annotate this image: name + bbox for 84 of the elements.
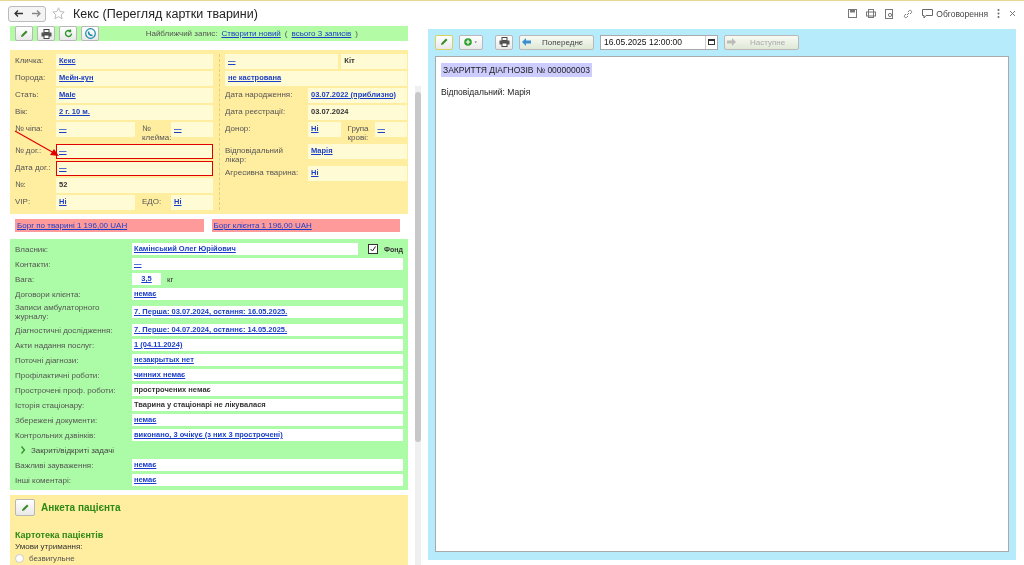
responsible-text: Відповідальний: Марія	[441, 87, 532, 97]
field-label: №:	[15, 179, 27, 189]
field-label: Відповідальний лікар:	[225, 145, 284, 164]
phone-icon	[84, 28, 96, 39]
print-button[interactable]	[37, 26, 55, 41]
document-title: ЗАКРИТТЯ ДІАГНОЗІВ № 000000003	[441, 63, 592, 77]
window-title: Кекс (Перегляд картки тварини)	[73, 6, 258, 21]
forward-arrow-icon	[31, 10, 41, 17]
field-label: Вік:	[15, 106, 29, 116]
field-label: Збережені документи:	[15, 415, 99, 425]
calendar-icon	[708, 39, 715, 45]
field-label: Важливі зауваження:	[15, 460, 95, 470]
field-label: Контрольних дзвінків:	[15, 430, 97, 440]
left-arrow-icon	[522, 38, 531, 46]
comment-icon	[922, 8, 934, 19]
printer-icon[interactable]	[866, 9, 877, 18]
save-icon[interactable]	[848, 9, 858, 18]
field-label: Договори клієнта:	[15, 289, 82, 299]
debt-link[interactable]: Борг по тварині 1 196,00 UAH	[17, 221, 128, 230]
field-label: Записи амбулаторного журналу:	[15, 303, 101, 321]
date-field[interactable]: 16.05.2025 12:00:00	[600, 34, 718, 50]
field-label: Дата реєстрації:	[225, 106, 287, 116]
refresh-button[interactable]	[59, 26, 77, 41]
close-icon[interactable]	[1009, 10, 1016, 17]
fund-checkbox[interactable]	[368, 244, 379, 254]
parenthesis: )	[355, 29, 358, 38]
pencil-icon	[20, 502, 30, 513]
back-arrow-icon	[13, 10, 23, 17]
right-arrow-icon	[727, 38, 736, 46]
field-label: Стать:	[15, 89, 40, 99]
field-label: Прострочені проф. роботи:	[15, 385, 117, 395]
section-title: Анкета пацієнта	[41, 502, 121, 513]
unit-label: кг	[167, 274, 174, 284]
add-button[interactable]	[459, 34, 483, 50]
field-label: Порода:	[15, 72, 47, 82]
field-label: Власник:	[15, 244, 50, 254]
printer-icon	[40, 28, 52, 39]
annotation-arrow	[14, 130, 60, 158]
field-label: Донор:	[225, 123, 252, 133]
field-label: Акти надання послуг:	[15, 340, 96, 350]
field-label: Група крові:	[347, 123, 370, 142]
debt-link[interactable]: Борг клієнта 1 196,00 UAH	[213, 221, 312, 230]
more-icon[interactable]	[997, 9, 1000, 18]
printer-icon	[498, 37, 510, 47]
edit-button[interactable]	[15, 26, 33, 41]
field-label: № дог.:	[15, 145, 43, 155]
option-label: безвигульне	[29, 554, 75, 563]
field-label: № чіпа:	[15, 123, 44, 133]
phone-button[interactable]	[81, 26, 99, 41]
chevron-icon	[20, 446, 26, 454]
nearest-record-label: Найближчий запис:	[145, 29, 218, 38]
add-icon	[463, 38, 479, 46]
field-label: Дата народження:	[225, 89, 294, 99]
refresh-icon	[63, 29, 73, 38]
edit-button[interactable]	[15, 499, 35, 516]
tasks-expander[interactable]: Закриті/відкриті задачі	[15, 445, 115, 455]
previous-button[interactable]: Попереднє	[519, 34, 594, 50]
star-icon[interactable]	[52, 7, 65, 20]
field-label: ЕДО:	[142, 196, 163, 206]
pencil-icon	[19, 28, 29, 39]
field-label: Інші коментарі:	[15, 475, 72, 485]
radio-button[interactable]	[15, 554, 24, 563]
field-label: VIP:	[15, 196, 32, 206]
all-records-link[interactable]: всього 3 записів	[291, 29, 352, 38]
field-label: Агресивна тварина:	[225, 167, 300, 177]
field-label: Кличка:	[15, 55, 45, 65]
preview-icon[interactable]	[885, 8, 895, 19]
field-label: Поточні діагнози:	[15, 355, 80, 365]
pencil-icon	[439, 37, 449, 47]
discussion-button[interactable]: Обговорення	[922, 8, 988, 19]
parenthesis: (	[284, 29, 288, 38]
print-button[interactable]	[495, 34, 513, 50]
field-label: Історія стаціонару:	[15, 400, 86, 410]
section-heading: Картотека пацієнтів	[15, 530, 105, 540]
link-icon[interactable]	[903, 8, 914, 19]
scrollbar[interactable]	[415, 86, 421, 565]
edit-button[interactable]	[435, 34, 453, 50]
create-new-link[interactable]: Створити новий	[221, 29, 281, 38]
field-label: Діагностичні дослідження:	[15, 325, 114, 335]
field-label: Профілактичні роботи:	[15, 370, 101, 380]
field-label: Контакти:	[15, 259, 52, 269]
question-label: Умови утримання:	[15, 542, 84, 551]
field-label: Дата дог.:	[15, 162, 52, 172]
field-label: Вага:	[15, 274, 36, 284]
